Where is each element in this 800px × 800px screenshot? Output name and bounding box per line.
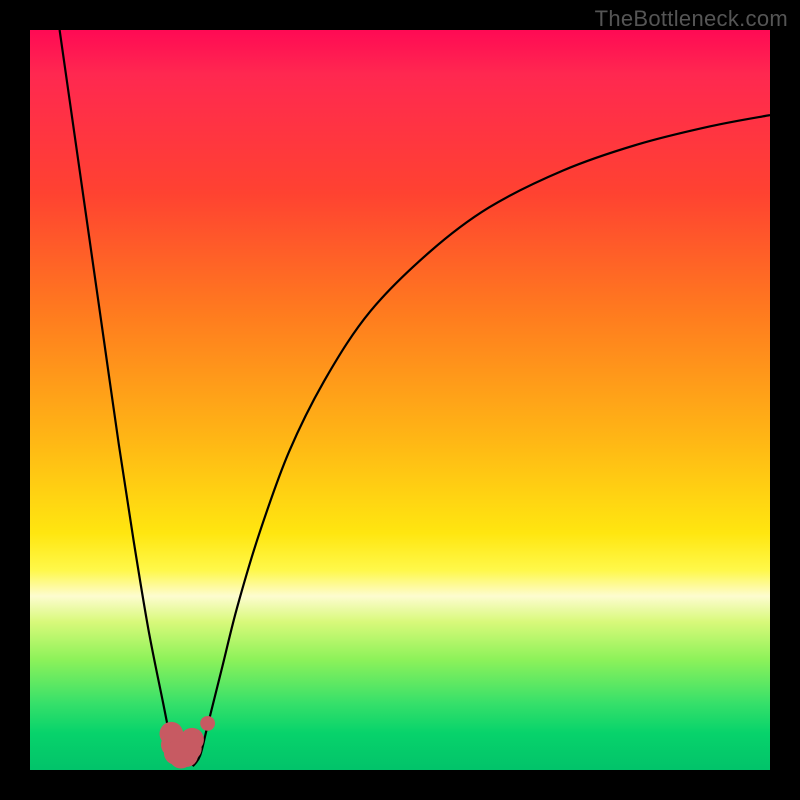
- left-branch-curve: [60, 30, 178, 766]
- chart-frame: TheBottleneck.com: [0, 0, 800, 800]
- right-branch-curve: [193, 115, 770, 766]
- curve-layer: [30, 30, 770, 770]
- marker-dot: [200, 716, 215, 731]
- plot-area: [30, 30, 770, 770]
- attribution-text: TheBottleneck.com: [595, 6, 788, 32]
- highlight-markers: [160, 716, 216, 769]
- marker-dot: [180, 728, 204, 752]
